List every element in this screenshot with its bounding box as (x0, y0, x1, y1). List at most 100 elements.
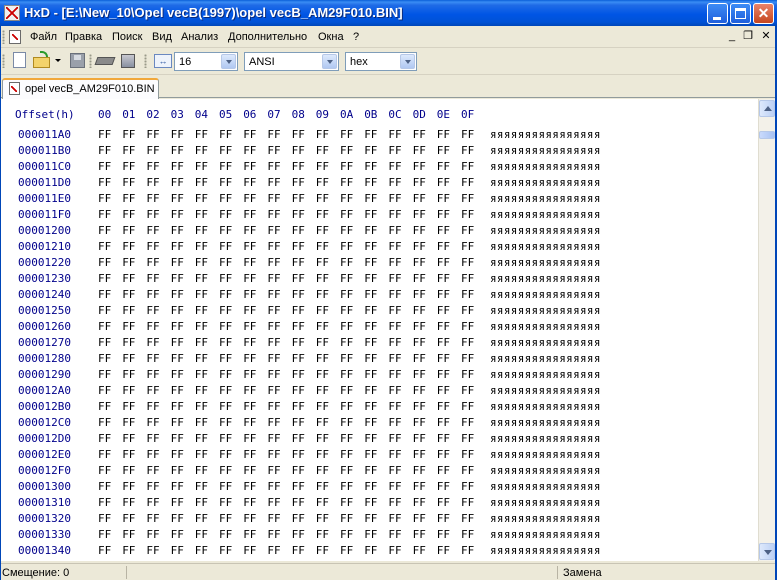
hex-byte-cell[interactable]: FF (292, 352, 305, 365)
hex-byte-cell[interactable]: FF (413, 304, 426, 317)
hex-byte-cell[interactable]: FF (437, 304, 450, 317)
hex-byte-cell[interactable]: FF (340, 512, 353, 525)
hex-byte-cell[interactable]: FF (292, 160, 305, 173)
hex-byte-cell[interactable]: FF (316, 208, 329, 221)
menu-search[interactable]: Поиск (112, 31, 142, 43)
hex-byte-cell[interactable]: FF (171, 368, 184, 381)
chevron-down-icon[interactable] (400, 54, 415, 69)
hex-byte-cell[interactable]: FF (171, 432, 184, 445)
hex-byte-cell[interactable]: FF (171, 320, 184, 333)
hex-byte-cell[interactable]: FF (146, 160, 159, 173)
hex-byte-cell[interactable]: FF (292, 496, 305, 509)
hex-byte-cell[interactable]: FF (340, 192, 353, 205)
open-ram-icon[interactable] (94, 51, 116, 71)
ascii-text-cell[interactable]: яяяяяяяяяяяяяяяя (490, 192, 601, 205)
hex-byte-cell[interactable]: FF (437, 192, 450, 205)
hex-byte-cell[interactable]: FF (219, 384, 232, 397)
hex-byte-cell[interactable]: FF (171, 544, 184, 557)
hex-byte-cell[interactable]: FF (171, 512, 184, 525)
hex-byte-cell[interactable]: FF (461, 256, 474, 269)
hex-byte-cell[interactable]: FF (316, 352, 329, 365)
hex-byte-cell[interactable]: FF (219, 544, 232, 557)
hex-byte-cell[interactable]: FF (195, 352, 208, 365)
hex-byte-cell[interactable]: FF (267, 272, 280, 285)
hex-byte-cell[interactable]: FF (388, 144, 401, 157)
hex-byte-cell[interactable]: FF (122, 208, 135, 221)
hex-byte-cell[interactable]: FF (122, 368, 135, 381)
hex-byte-cell[interactable]: FF (195, 512, 208, 525)
hex-byte-cell[interactable]: FF (219, 512, 232, 525)
hex-byte-cell[interactable]: FF (146, 496, 159, 509)
hex-byte-cell[interactable]: FF (171, 304, 184, 317)
hex-byte-cell[interactable]: FF (437, 512, 450, 525)
hex-byte-cell[interactable]: FF (267, 192, 280, 205)
hex-byte-cell[interactable]: FF (292, 544, 305, 557)
hex-byte-cell[interactable]: FF (122, 192, 135, 205)
hex-byte-cell[interactable]: FF (388, 160, 401, 173)
hex-byte-cell[interactable]: FF (98, 384, 111, 397)
hex-byte-cell[interactable]: FF (461, 320, 474, 333)
hex-byte-cell[interactable]: FF (364, 480, 377, 493)
hex-byte-cell[interactable]: FF (98, 496, 111, 509)
hex-byte-cell[interactable]: FF (219, 144, 232, 157)
hex-byte-cell[interactable]: FF (461, 176, 474, 189)
hex-byte-cell[interactable]: FF (292, 128, 305, 141)
hex-byte-cell[interactable]: FF (243, 320, 256, 333)
menu-windows[interactable]: Окна (318, 31, 344, 43)
hex-byte-cell[interactable]: FF (437, 240, 450, 253)
hex-byte-cell[interactable]: FF (316, 544, 329, 557)
hex-byte-cell[interactable]: FF (388, 544, 401, 557)
hex-byte-cell[interactable]: FF (98, 480, 111, 493)
hex-byte-cell[interactable]: FF (388, 240, 401, 253)
hex-byte-cell[interactable]: FF (195, 432, 208, 445)
ascii-text-cell[interactable]: яяяяяяяяяяяяяяяя (490, 512, 601, 525)
charset-select[interactable]: ANSI (244, 52, 339, 71)
hex-byte-cell[interactable]: FF (461, 496, 474, 509)
hex-byte-cell[interactable]: FF (388, 432, 401, 445)
hex-byte-cell[interactable]: FF (437, 352, 450, 365)
menu-extras[interactable]: Дополнительно (228, 31, 307, 43)
menu-view[interactable]: Вид (152, 31, 172, 43)
hex-byte-cell[interactable]: FF (243, 208, 256, 221)
hex-byte-cell[interactable]: FF (437, 448, 450, 461)
hex-byte-cell[interactable]: FF (171, 144, 184, 157)
hex-byte-cell[interactable]: FF (219, 224, 232, 237)
hex-byte-cell[interactable]: FF (461, 208, 474, 221)
hex-byte-cell[interactable]: FF (98, 336, 111, 349)
hex-byte-cell[interactable]: FF (413, 320, 426, 333)
hex-byte-cell[interactable]: FF (98, 448, 111, 461)
hex-byte-cell[interactable]: FF (146, 256, 159, 269)
hex-byte-cell[interactable]: FF (98, 240, 111, 253)
ascii-text-cell[interactable]: яяяяяяяяяяяяяяяя (490, 416, 601, 429)
hex-byte-cell[interactable]: FF (146, 464, 159, 477)
hex-byte-cell[interactable]: FF (219, 128, 232, 141)
hex-byte-cell[interactable]: FF (146, 208, 159, 221)
menu-help[interactable]: ? (353, 31, 359, 43)
hex-byte-cell[interactable]: FF (243, 384, 256, 397)
hex-byte-cell[interactable]: FF (195, 128, 208, 141)
hex-byte-cell[interactable]: FF (364, 240, 377, 253)
hex-byte-cell[interactable]: FF (461, 384, 474, 397)
hex-byte-cell[interactable]: FF (171, 288, 184, 301)
hex-byte-cell[interactable]: FF (461, 480, 474, 493)
hex-byte-cell[interactable]: FF (243, 400, 256, 413)
hex-byte-cell[interactable]: FF (219, 176, 232, 189)
hex-byte-cell[interactable]: FF (219, 304, 232, 317)
hex-byte-cell[interactable]: FF (340, 496, 353, 509)
hex-byte-cell[interactable]: FF (461, 528, 474, 541)
hex-byte-cell[interactable]: FF (413, 416, 426, 429)
hex-byte-cell[interactable]: FF (292, 208, 305, 221)
hex-byte-cell[interactable]: FF (171, 480, 184, 493)
hex-byte-cell[interactable]: FF (98, 368, 111, 381)
hex-byte-cell[interactable]: FF (292, 448, 305, 461)
hex-byte-cell[interactable]: FF (437, 288, 450, 301)
hex-byte-cell[interactable]: FF (364, 192, 377, 205)
hex-byte-cell[interactable]: FF (364, 304, 377, 317)
hex-byte-cell[interactable]: FF (437, 464, 450, 477)
hex-byte-cell[interactable]: FF (316, 256, 329, 269)
hex-byte-cell[interactable]: FF (267, 544, 280, 557)
hex-byte-cell[interactable]: FF (98, 432, 111, 445)
hex-byte-cell[interactable]: FF (267, 448, 280, 461)
hex-byte-cell[interactable]: FF (243, 448, 256, 461)
hex-byte-cell[interactable]: FF (146, 272, 159, 285)
